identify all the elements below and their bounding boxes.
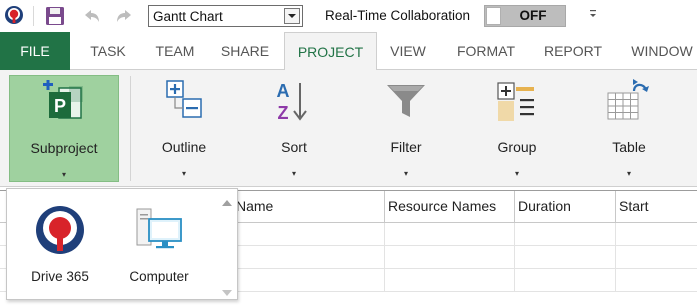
- tab-format[interactable]: FORMAT: [444, 32, 528, 70]
- chevron-down-icon[interactable]: [284, 8, 300, 24]
- grid-cell[interactable]: [615, 223, 616, 246]
- group-label: Group: [497, 139, 537, 155]
- chevron-down-icon[interactable]: ▾: [10, 170, 118, 179]
- column-header-start[interactable]: Start: [615, 191, 697, 224]
- collaboration-label: Real-Time Collaboration: [325, 8, 471, 23]
- chevron-down-icon[interactable]: ▾: [250, 169, 338, 178]
- tab-task[interactable]: TASK: [70, 32, 146, 70]
- filter-icon: [385, 79, 427, 124]
- outline-button[interactable]: Outline ▾: [140, 75, 228, 182]
- table-label: Table: [612, 139, 646, 155]
- sort-icon: A Z: [273, 79, 315, 126]
- computer-label: Computer: [129, 269, 189, 284]
- redo-icon[interactable]: [114, 6, 136, 26]
- grid-cell[interactable]: [514, 269, 515, 292]
- filter-label: Filter: [390, 139, 422, 155]
- svg-text:P: P: [54, 96, 66, 116]
- toolbar-separator: [33, 6, 34, 26]
- column-header-name[interactable]: Name: [232, 191, 384, 224]
- collaboration-state: OFF: [519, 8, 547, 23]
- sort-label: Sort: [281, 139, 307, 155]
- drive-365-option[interactable]: Drive 365: [15, 199, 105, 289]
- subproject-source-menu: Drive 365 Computer: [6, 188, 238, 300]
- svg-text:A: A: [277, 81, 290, 101]
- computer-option[interactable]: Computer: [114, 199, 204, 289]
- grid-cell[interactable]: [615, 269, 616, 292]
- chevron-down-icon[interactable]: ▾: [473, 169, 561, 178]
- svg-text:Z: Z: [278, 103, 289, 123]
- computer-icon: [135, 205, 183, 256]
- scroll-up-icon[interactable]: [222, 195, 232, 206]
- tab-project[interactable]: PROJECT: [284, 32, 377, 71]
- table-button[interactable]: Table ▾: [585, 75, 673, 182]
- save-icon[interactable]: [44, 5, 66, 27]
- subproject-icon: P: [41, 80, 87, 125]
- grid-cell[interactable]: [384, 269, 385, 292]
- drive-365-label: Drive 365: [31, 269, 89, 284]
- collaboration-toggle[interactable]: OFF: [484, 5, 566, 27]
- grid-cell[interactable]: [514, 246, 515, 269]
- outline-icon: [163, 79, 205, 124]
- view-select-value: Gantt Chart: [153, 9, 223, 24]
- chevron-down-icon[interactable]: ▾: [362, 169, 450, 178]
- column-header-duration[interactable]: Duration: [514, 191, 615, 224]
- undo-icon[interactable]: [80, 6, 102, 26]
- toggle-knob: [486, 7, 501, 25]
- table-icon: [606, 79, 652, 126]
- chevron-down-icon[interactable]: ▾: [140, 169, 228, 178]
- group-icon: [496, 79, 538, 126]
- tab-view[interactable]: VIEW: [384, 32, 432, 70]
- tab-file[interactable]: FILE: [0, 32, 70, 70]
- grid-cell[interactable]: [514, 223, 515, 246]
- view-select-dropdown[interactable]: Gantt Chart: [148, 5, 303, 27]
- drive-365-icon: [33, 205, 87, 264]
- tab-share[interactable]: SHARE: [210, 32, 280, 70]
- tab-report[interactable]: REPORT: [536, 32, 610, 70]
- chevron-down-icon[interactable]: ▾: [585, 169, 673, 178]
- column-header-resource-names[interactable]: Resource Names: [384, 191, 514, 224]
- outline-label: Outline: [161, 139, 207, 155]
- ribbon-project: P Subproject ▾ Outline ▾ A Z Sort ▾ Filt…: [0, 70, 697, 187]
- grid-cell[interactable]: [615, 246, 616, 269]
- filter-button[interactable]: Filter ▾: [362, 75, 450, 182]
- tab-window[interactable]: WINDOW: [622, 32, 697, 70]
- subproject-button[interactable]: P Subproject ▾: [9, 75, 119, 182]
- grid-cell[interactable]: [384, 246, 385, 269]
- subproject-label: Subproject: [30, 140, 98, 156]
- ribbon-divider: [130, 76, 131, 181]
- quick-access-toolbar: Gantt Chart Real-Time Collaboration OFF: [0, 0, 697, 32]
- customize-icon[interactable]: [587, 7, 599, 23]
- grid-cell[interactable]: [384, 223, 385, 246]
- app-logo-icon[interactable]: [4, 5, 24, 25]
- sort-button[interactable]: A Z Sort ▾: [250, 75, 338, 182]
- group-button[interactable]: Group ▾: [473, 75, 561, 182]
- ribbon-tabs: FILE TASK TEAM SHARE PROJECT VIEW FORMAT…: [0, 32, 697, 71]
- scroll-down-icon[interactable]: [222, 285, 232, 296]
- tab-team[interactable]: TEAM: [146, 32, 204, 70]
